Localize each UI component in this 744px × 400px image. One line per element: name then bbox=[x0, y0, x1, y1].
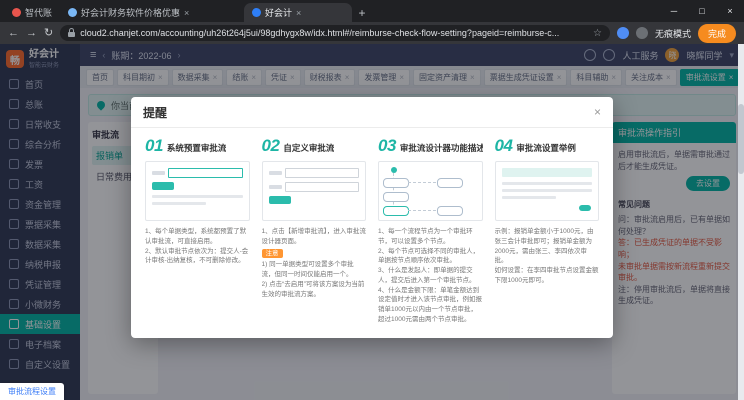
window-maximize-button[interactable] bbox=[688, 0, 716, 22]
forward-icon[interactable] bbox=[26, 28, 37, 39]
notice-badge: 注意 bbox=[262, 249, 283, 259]
url-text: cloud2.chanjet.com/accounting/uh26t264j5… bbox=[80, 28, 588, 38]
browser-tab-strip: 智代账 好会计财务软件价格优惠 好会计 bbox=[0, 0, 744, 22]
step-column-2: 02 自定义审批流 1、点击【新增审批流】，进入审批流设计器页面。 注意 1) … bbox=[262, 136, 367, 328]
status-tooltip: 审批流程设置 bbox=[0, 383, 64, 400]
step4-number: 04 bbox=[495, 136, 513, 156]
step4-title: 审批流设置举例 bbox=[516, 142, 576, 154]
step3-text: 1、每一个流程节点为一个审批环节，可以设置多个节点。 2、每个节点可选择不同的审… bbox=[378, 227, 483, 325]
incognito-label: 无痕模式 bbox=[655, 27, 691, 40]
step3-number: 03 bbox=[378, 136, 396, 156]
window-close-button[interactable] bbox=[716, 0, 744, 22]
step2-number: 02 bbox=[262, 136, 280, 156]
window-minimize-button[interactable] bbox=[660, 0, 688, 22]
step2-text: 1、点击【新增审批流】，进入审批流设计器页面。 bbox=[262, 227, 367, 247]
tab2-title: 好会计财务软件价格优惠 bbox=[81, 6, 180, 19]
modal-header: 提醒 bbox=[131, 97, 613, 128]
incognito-icon bbox=[636, 27, 648, 39]
lock-icon bbox=[68, 32, 75, 37]
new-tab-button[interactable] bbox=[352, 3, 372, 22]
browser-window: 智代账 好会计财务软件价格优惠 好会计 cloud2.chanjet.com/a… bbox=[0, 0, 744, 400]
tab3-title: 好会计 bbox=[265, 6, 292, 19]
step-column-4: 04 审批流设置举例 示例：报销单金额小于1000元，由张三会计审批即可；报销单… bbox=[495, 136, 600, 328]
bookmark-star-icon[interactable] bbox=[593, 28, 602, 39]
scrollbar-thumb[interactable] bbox=[738, 104, 744, 174]
step3-thumbnail bbox=[378, 161, 483, 221]
browser-tab-active[interactable]: 好会计 bbox=[244, 3, 352, 22]
step3-title: 审批流设计器功能描述 bbox=[400, 142, 483, 154]
tab3-favicon bbox=[252, 8, 261, 17]
step1-title: 系统预置审批流 bbox=[167, 142, 227, 154]
modal-close-icon[interactable] bbox=[594, 105, 601, 119]
browser-tab-2[interactable]: 好会计财务软件价格优惠 bbox=[60, 3, 244, 22]
url-bar[interactable]: cloud2.chanjet.com/accounting/uh26t264j5… bbox=[60, 25, 610, 41]
step2-text-2: 1) 同一单据类型可设置多个审批流，但同一时间仅能启用一个。 2) 点击“去启用… bbox=[262, 260, 367, 299]
modal-body: 01 系统预置审批流 1、每个单据类型，系统都预置了默认审批流，可直接启用。 2… bbox=[131, 128, 613, 338]
step1-thumbnail bbox=[145, 161, 250, 221]
back-icon[interactable] bbox=[8, 28, 19, 39]
modal-title: 提醒 bbox=[143, 104, 167, 121]
tab1-title: 智代账 bbox=[25, 6, 52, 19]
reload-icon[interactable] bbox=[44, 28, 53, 39]
tab-close-icon[interactable] bbox=[296, 8, 301, 18]
reminder-modal: 提醒 01 系统预置审批流 1、每个单据类型，系统都预置了默认审批流，可直接启用… bbox=[131, 97, 613, 338]
tab-close-icon[interactable] bbox=[184, 8, 189, 18]
step4-text: 示例：报销单金额小于1000元，由张三会计审批即可；报销单金额为2000元，需由… bbox=[495, 227, 600, 286]
step1-number: 01 bbox=[145, 136, 163, 156]
step-column-3: 03 审批流设计器功能描述 1、每一个流程节点为一个审批环节，可以设置多个节点。… bbox=[378, 136, 483, 328]
scrollbar[interactable] bbox=[738, 44, 744, 400]
tab2-favicon bbox=[68, 8, 77, 17]
browser-address-bar: cloud2.chanjet.com/accounting/uh26t264j5… bbox=[0, 22, 744, 44]
step4-thumbnail bbox=[495, 161, 600, 221]
browser-tab-1[interactable]: 智代账 bbox=[4, 3, 60, 22]
step2-thumbnail bbox=[262, 161, 367, 221]
window-controls bbox=[660, 0, 744, 22]
tab1-favicon bbox=[12, 8, 21, 17]
done-button[interactable]: 完成 bbox=[698, 24, 736, 43]
step1-text: 1、每个单据类型，系统都预置了默认审批流，可直接启用。 2、默认审批节点依次为：… bbox=[145, 227, 250, 266]
extension-icon[interactable] bbox=[617, 27, 629, 39]
step2-title: 自定义审批流 bbox=[283, 142, 334, 154]
step-column-1: 01 系统预置审批流 1、每个单据类型，系统都预置了默认审批流，可直接启用。 2… bbox=[145, 136, 250, 328]
